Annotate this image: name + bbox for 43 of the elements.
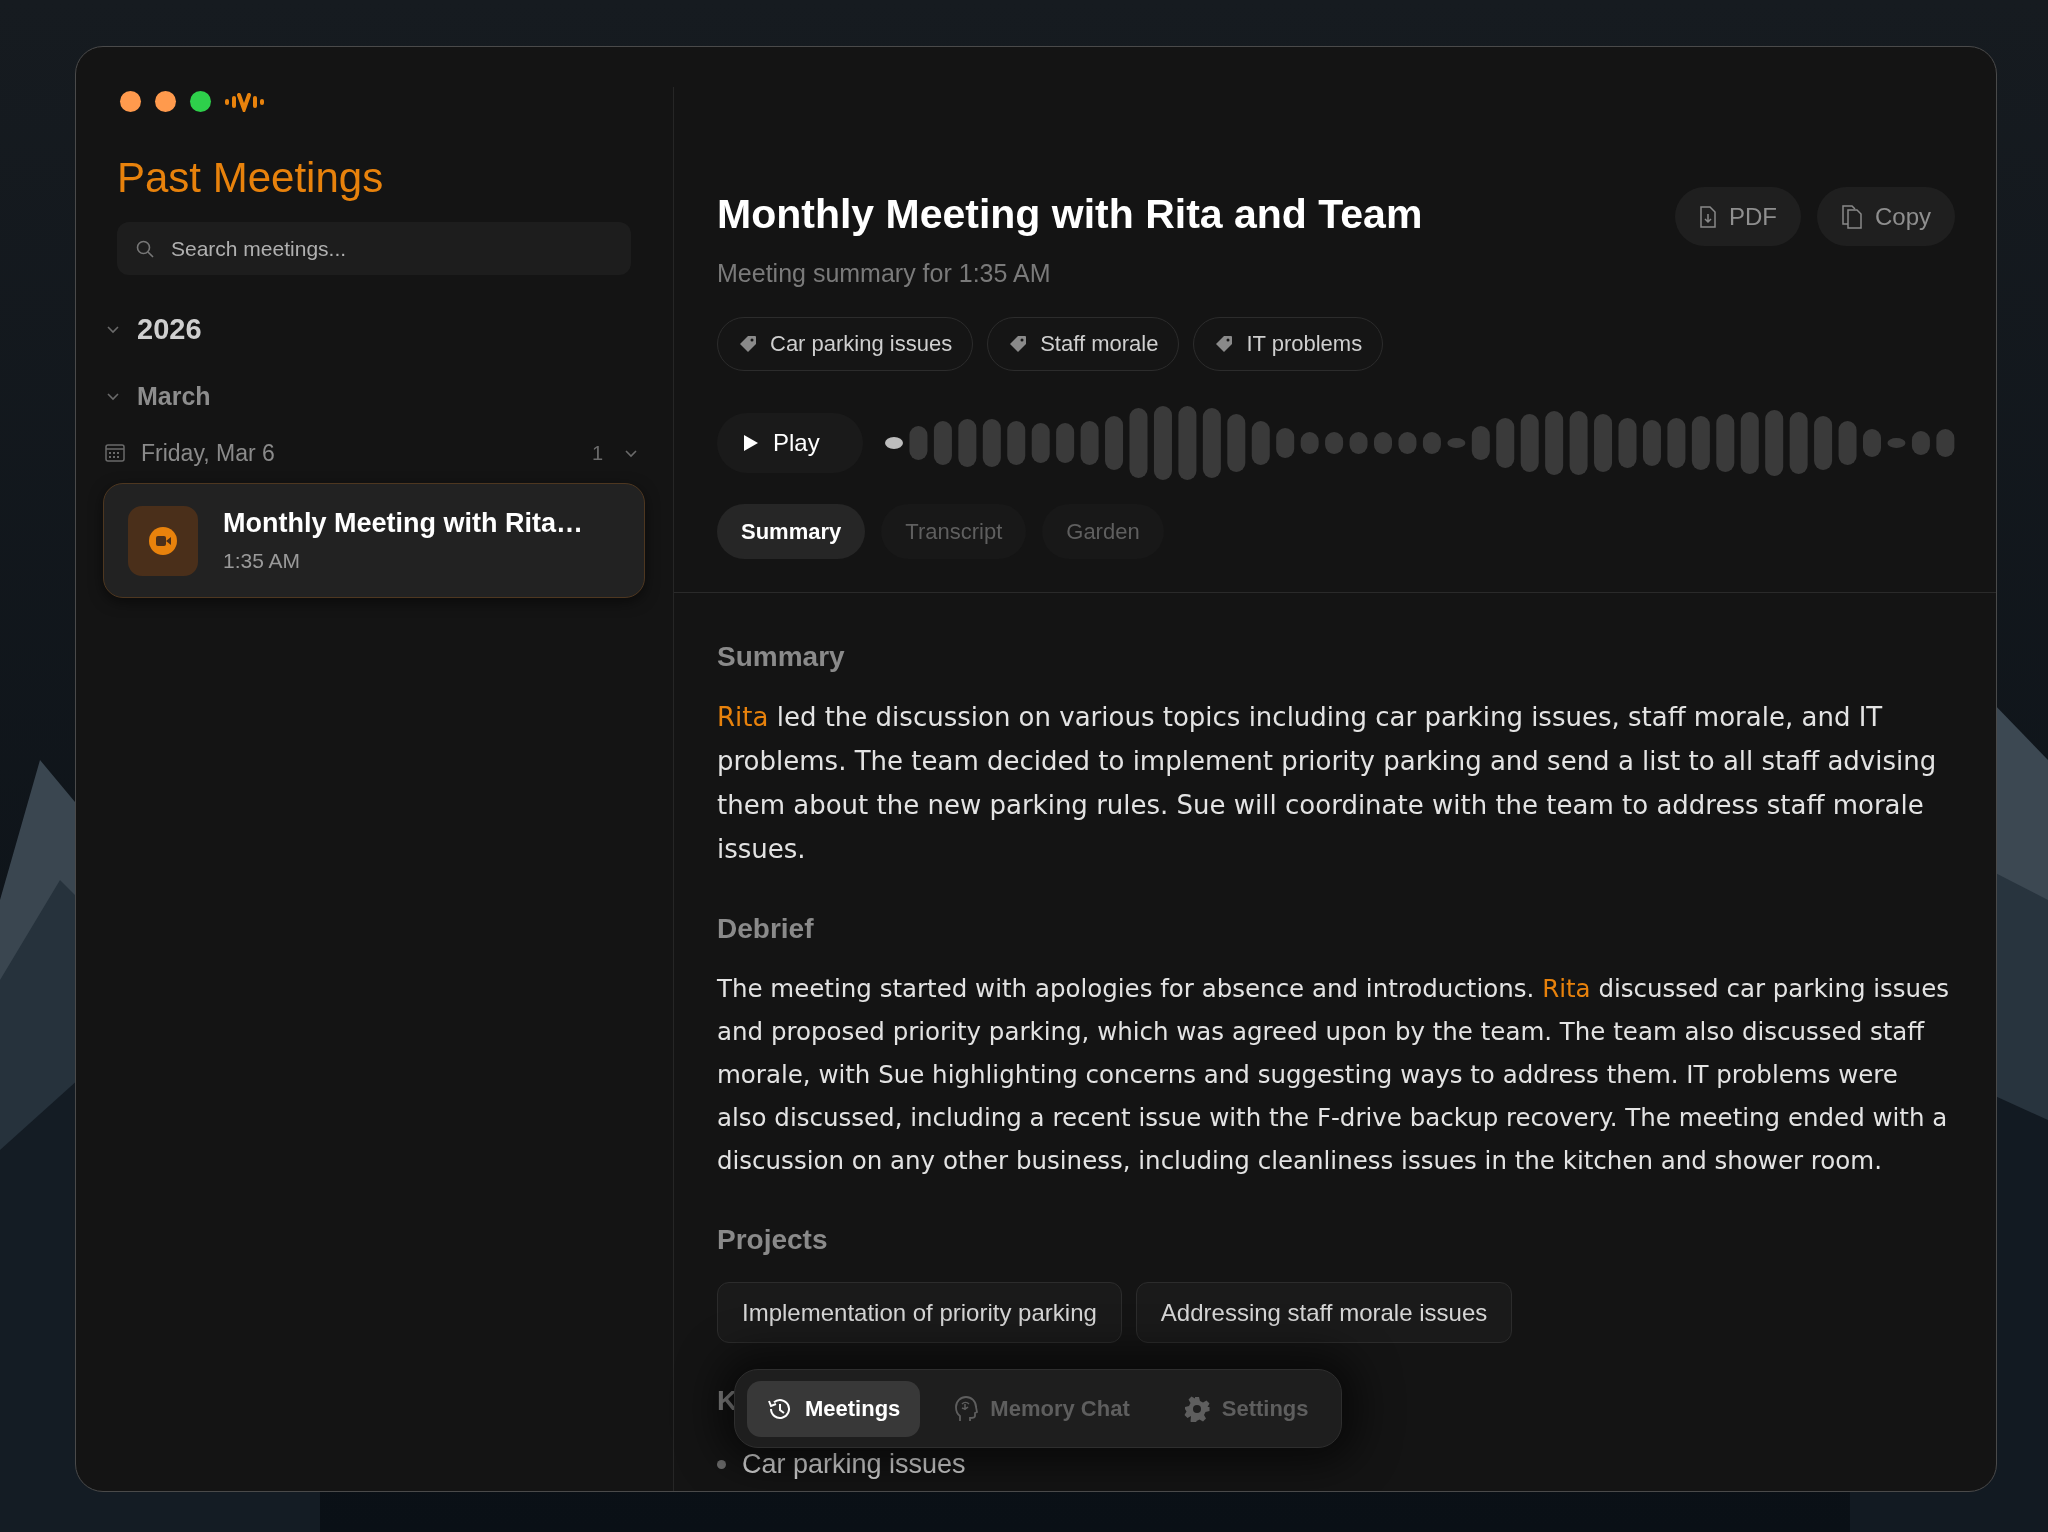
zoom-button[interactable] [190,91,211,112]
play-button[interactable]: Play [717,413,863,473]
tag-icon [1008,334,1029,354]
section-heading: Projects [717,1223,828,1257]
settings-icon [1183,1395,1210,1422]
copy-icon [1840,204,1863,229]
search-icon [135,239,155,259]
nav-tab[interactable]: Meetings [747,1380,921,1437]
close-button[interactable] [120,91,141,112]
copy-button[interactable]: Copy [1816,187,1955,246]
minimize-button[interactable] [155,91,176,112]
section-heading: K [717,1384,738,1418]
year-label[interactable]: 2026 [137,312,202,346]
meeting-time: 1:35 AM [223,549,302,573]
month-label[interactable]: March [137,381,211,411]
topic-tag[interactable]: Car parking issues [717,317,974,371]
tag-icon [1214,334,1235,354]
sidebar-title: Past Meetings [117,153,385,203]
head-brain-icon [954,1394,979,1423]
tab[interactable]: Summary [717,504,866,559]
meeting-subtitle: Meeting summary for 1:35 AM [717,258,1052,289]
pdf-button[interactable]: PDF [1674,187,1801,246]
section-heading: Debrief [717,912,814,946]
meeting-card[interactable]: Monthly Meeting with Rita… 1:35 AM [103,483,645,598]
date-label[interactable]: Friday, Mar 6 [141,439,576,467]
meeting-title: Monthly Meeting with Rita and Team [717,190,1423,239]
tag-icon [738,334,758,354]
section-paragraph: The meeting started with apologies for absence and introductions. Rita discussed car parking issues and proposed priority parking, which was agreed upon by the team. The team also discussed staff morale, with Sue highlighting concerns and suggesting ways to address them. IT problems were also discussed, including a recent issue with the F-drive backup recovery. The meeting ended with a discussion on any other business, including cleanliness issues in the kitchen and shower room. [717,973,1950,1177]
section-heading: Summary [717,640,845,674]
play-icon [743,434,759,452]
project-chip[interactable]: Implementation of priority parking [717,1282,1122,1343]
file-download-icon [1698,205,1717,228]
meeting-title: Monthly Meeting with Rita… [223,508,583,539]
video-camera-icon [148,525,178,556]
meeting-count: 1 [591,441,603,465]
search-field[interactable]: Search meetings... [117,222,631,275]
bullet-dot [717,1459,726,1469]
topic-tag[interactable]: Staff morale [987,317,1180,371]
bullet-text: Car parking issues [742,1448,966,1480]
calendar-icon [105,444,125,462]
project-chip[interactable]: Addressing staff morale issues [1135,1282,1513,1343]
topic-tag[interactable]: IT problems [1193,317,1384,371]
section-paragraph: Rita led the discussion on various topics including car parking issues, staff morale, and IT problems. The team decided to implement priority parking and send a list to all staff advising them about the new parking rules. Sue will coordinate with the team to address staff morale issues. [717,701,1938,866]
